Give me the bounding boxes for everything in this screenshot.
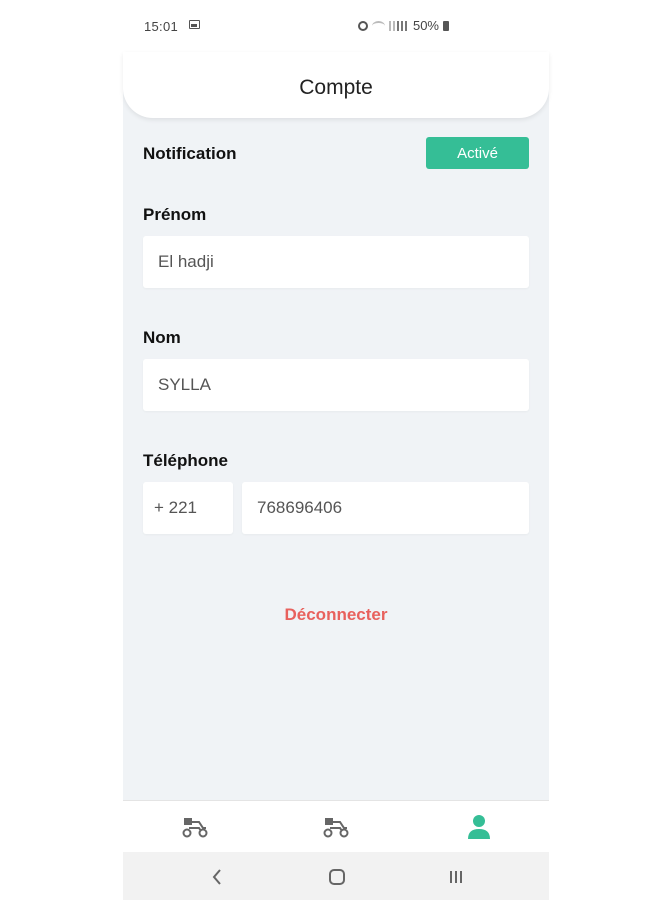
notification-toggle-button[interactable]: Activé bbox=[426, 137, 529, 169]
account-content: Notification Activé Prénom El hadji Nom … bbox=[123, 90, 549, 800]
alarm-icon bbox=[357, 20, 368, 31]
app-header: Compte bbox=[123, 52, 549, 118]
logout-button[interactable]: Déconnecter bbox=[123, 605, 549, 625]
country-code-input[interactable]: + 221 bbox=[143, 482, 233, 534]
last-name-input[interactable]: SYLLA bbox=[143, 359, 529, 411]
status-icons: 50% bbox=[357, 18, 449, 33]
home-icon[interactable] bbox=[322, 862, 352, 892]
battery-percent: 50% bbox=[412, 18, 439, 33]
notification-label: Notification bbox=[143, 144, 237, 163]
recent-apps-icon[interactable] bbox=[441, 862, 471, 892]
first-name-label: Prénom bbox=[143, 205, 207, 224]
page-title: Compte bbox=[299, 76, 373, 99]
status-bar: 15:01 50% bbox=[123, 0, 549, 52]
phone-number-input[interactable]: 768696406 bbox=[242, 482, 529, 534]
first-name-input[interactable]: El hadji bbox=[143, 236, 529, 288]
wifi-icon bbox=[371, 20, 385, 31]
status-time: 15:01 bbox=[144, 19, 179, 34]
last-name-label: Nom bbox=[143, 328, 181, 347]
battery-icon bbox=[443, 20, 449, 31]
bottom-navigation bbox=[123, 800, 549, 853]
phone-screen: 15:01 50% Compte Notification Activé Pré… bbox=[123, 0, 549, 900]
back-icon[interactable] bbox=[202, 862, 232, 892]
phone-label: Téléphone bbox=[143, 451, 229, 470]
signal-icon bbox=[388, 20, 409, 31]
gallery-icon bbox=[189, 20, 200, 29]
nav-delivery-scooter-icon[interactable] bbox=[180, 813, 210, 839]
nav-user-icon[interactable] bbox=[464, 813, 494, 839]
system-navigation-bar bbox=[123, 852, 549, 900]
nav-delivery-scooter-icon-2[interactable] bbox=[321, 813, 351, 839]
notification-row: Notification Activé bbox=[143, 137, 529, 169]
